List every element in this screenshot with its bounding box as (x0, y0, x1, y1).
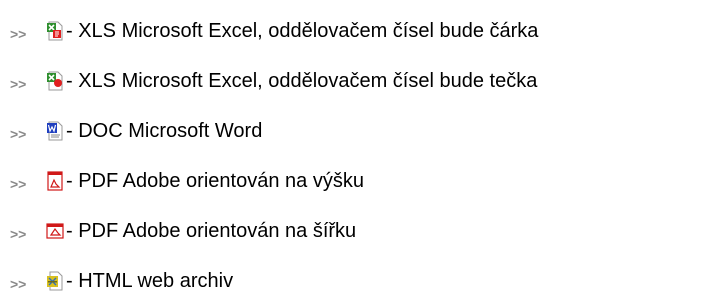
arrow-marker: >> (10, 26, 27, 42)
export-option-html[interactable]: >> - HTML web archiv (10, 256, 714, 306)
export-option-label[interactable]: - PDF Adobe orientován na šířku (66, 219, 356, 243)
export-options-list: >> - XLS Microsoft Excel, oddělovačem čí… (10, 6, 714, 306)
export-option-label[interactable]: - HTML web archiv (66, 269, 233, 293)
arrow-marker: >> (10, 126, 27, 142)
export-option-xls-dot[interactable]: >> - XLS Microsoft Excel, oddělovačem čí… (10, 56, 714, 106)
arrow-marker: >> (10, 176, 27, 192)
export-option-label[interactable]: - PDF Adobe orientován na výšku (66, 169, 364, 193)
export-option-pdf-landscape[interactable]: >> - PDF Adobe orientován na šířku (10, 206, 714, 256)
html-archive-icon[interactable] (46, 270, 64, 292)
pdf-portrait-icon[interactable] (46, 170, 64, 192)
pdf-landscape-icon[interactable] (46, 220, 64, 242)
excel-dot-icon[interactable] (46, 70, 64, 92)
arrow-marker: >> (10, 276, 27, 292)
export-option-label[interactable]: - XLS Microsoft Excel, oddělovačem čísel… (66, 69, 537, 93)
export-option-doc[interactable]: >> - DOC Microsoft Word (10, 106, 714, 156)
export-option-pdf-portrait[interactable]: >> - PDF Adobe orientován na výšku (10, 156, 714, 206)
export-option-xls-comma[interactable]: >> - XLS Microsoft Excel, oddělovačem čí… (10, 6, 714, 56)
export-option-label[interactable]: - XLS Microsoft Excel, oddělovačem čísel… (66, 19, 538, 43)
word-doc-icon[interactable] (46, 120, 64, 142)
excel-comma-icon[interactable] (46, 20, 64, 42)
arrow-marker: >> (10, 226, 27, 242)
arrow-marker: >> (10, 76, 27, 92)
export-option-label[interactable]: - DOC Microsoft Word (66, 119, 262, 143)
